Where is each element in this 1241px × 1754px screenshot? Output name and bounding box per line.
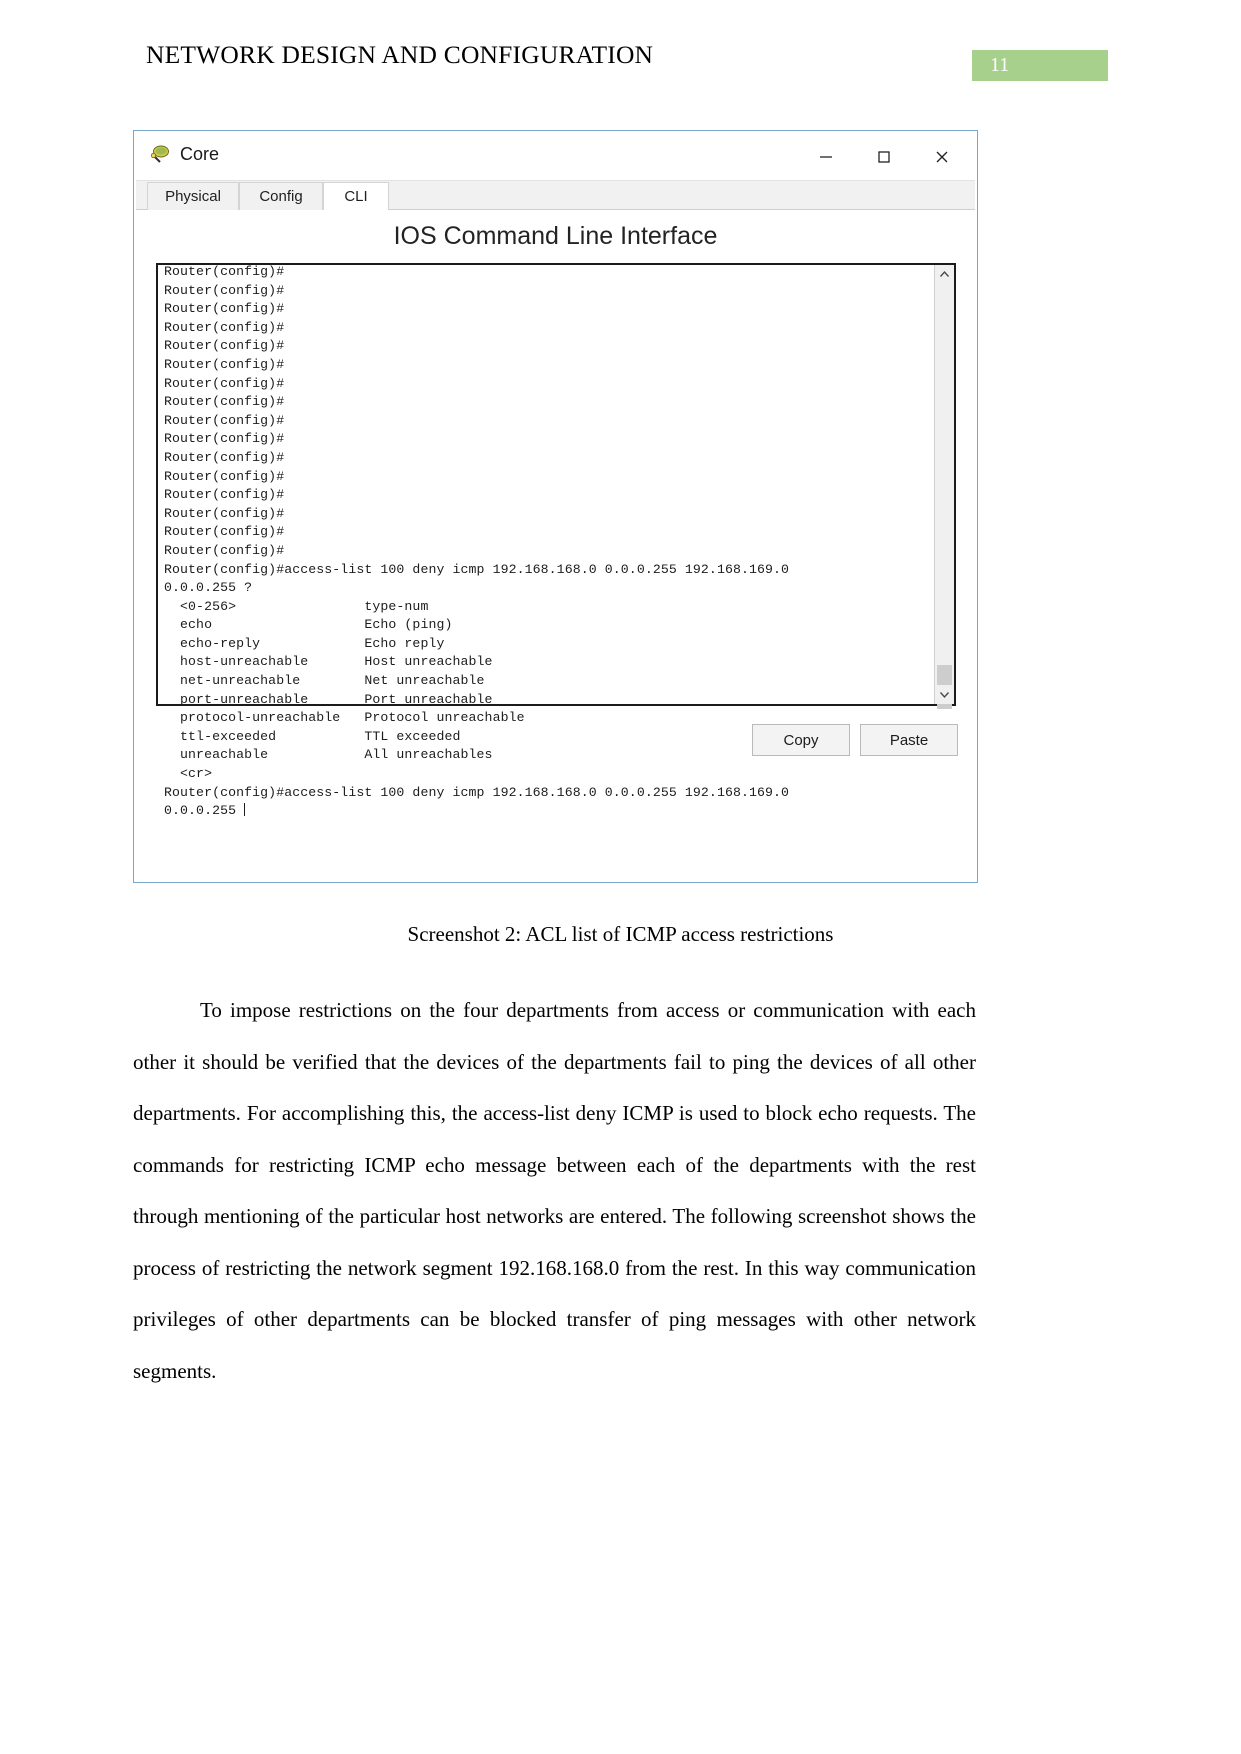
- cli-panel: IOS Command Line Interface Router(config…: [136, 210, 975, 879]
- cli-action-bar: Copy Paste: [136, 724, 975, 758]
- paste-button[interactable]: Paste: [860, 724, 958, 756]
- body-paragraph: To impose restrictions on the four depar…: [133, 998, 976, 1383]
- maximize-icon[interactable]: [855, 135, 913, 179]
- figure-screenshot-container: Core Physical Config CLI IOS Command Lin…: [133, 130, 978, 883]
- text-cursor: [244, 803, 246, 817]
- cli-scrollbar[interactable]: [934, 265, 954, 748]
- close-icon[interactable]: [913, 135, 971, 179]
- page-number-text: 11: [990, 54, 1010, 76]
- window-tabstrip: Physical Config CLI: [136, 181, 975, 211]
- tab-cli[interactable]: CLI: [323, 182, 389, 211]
- scroll-down-arrow-icon[interactable]: [935, 685, 954, 704]
- document-header-title: NETWORK DESIGN AND CONFIGURATION: [146, 40, 654, 69]
- copy-button[interactable]: Copy: [752, 724, 850, 756]
- packet-tracer-window: Core Physical Config CLI IOS Command Lin…: [136, 133, 975, 880]
- figure-caption: Screenshot 2: ACL list of ICMP access re…: [407, 922, 834, 946]
- cli-terminal[interactable]: Router(config)# Router(config)# Router(c…: [156, 263, 956, 818]
- minimize-icon[interactable]: [797, 135, 855, 179]
- tab-config[interactable]: Config: [239, 182, 323, 210]
- page-header: NETWORK DESIGN AND CONFIGURATION 11: [0, 40, 1241, 86]
- window-controls: [797, 133, 971, 180]
- cli-heading: IOS Command Line Interface: [393, 222, 718, 250]
- tab-physical[interactable]: Physical: [147, 182, 239, 210]
- window-titlebar: Core: [136, 133, 975, 181]
- page-number-badge: 11: [972, 50, 1108, 81]
- packet-tracer-router-icon: [150, 143, 172, 165]
- window-title: Core: [180, 144, 220, 164]
- scroll-up-arrow-icon[interactable]: [935, 265, 954, 284]
